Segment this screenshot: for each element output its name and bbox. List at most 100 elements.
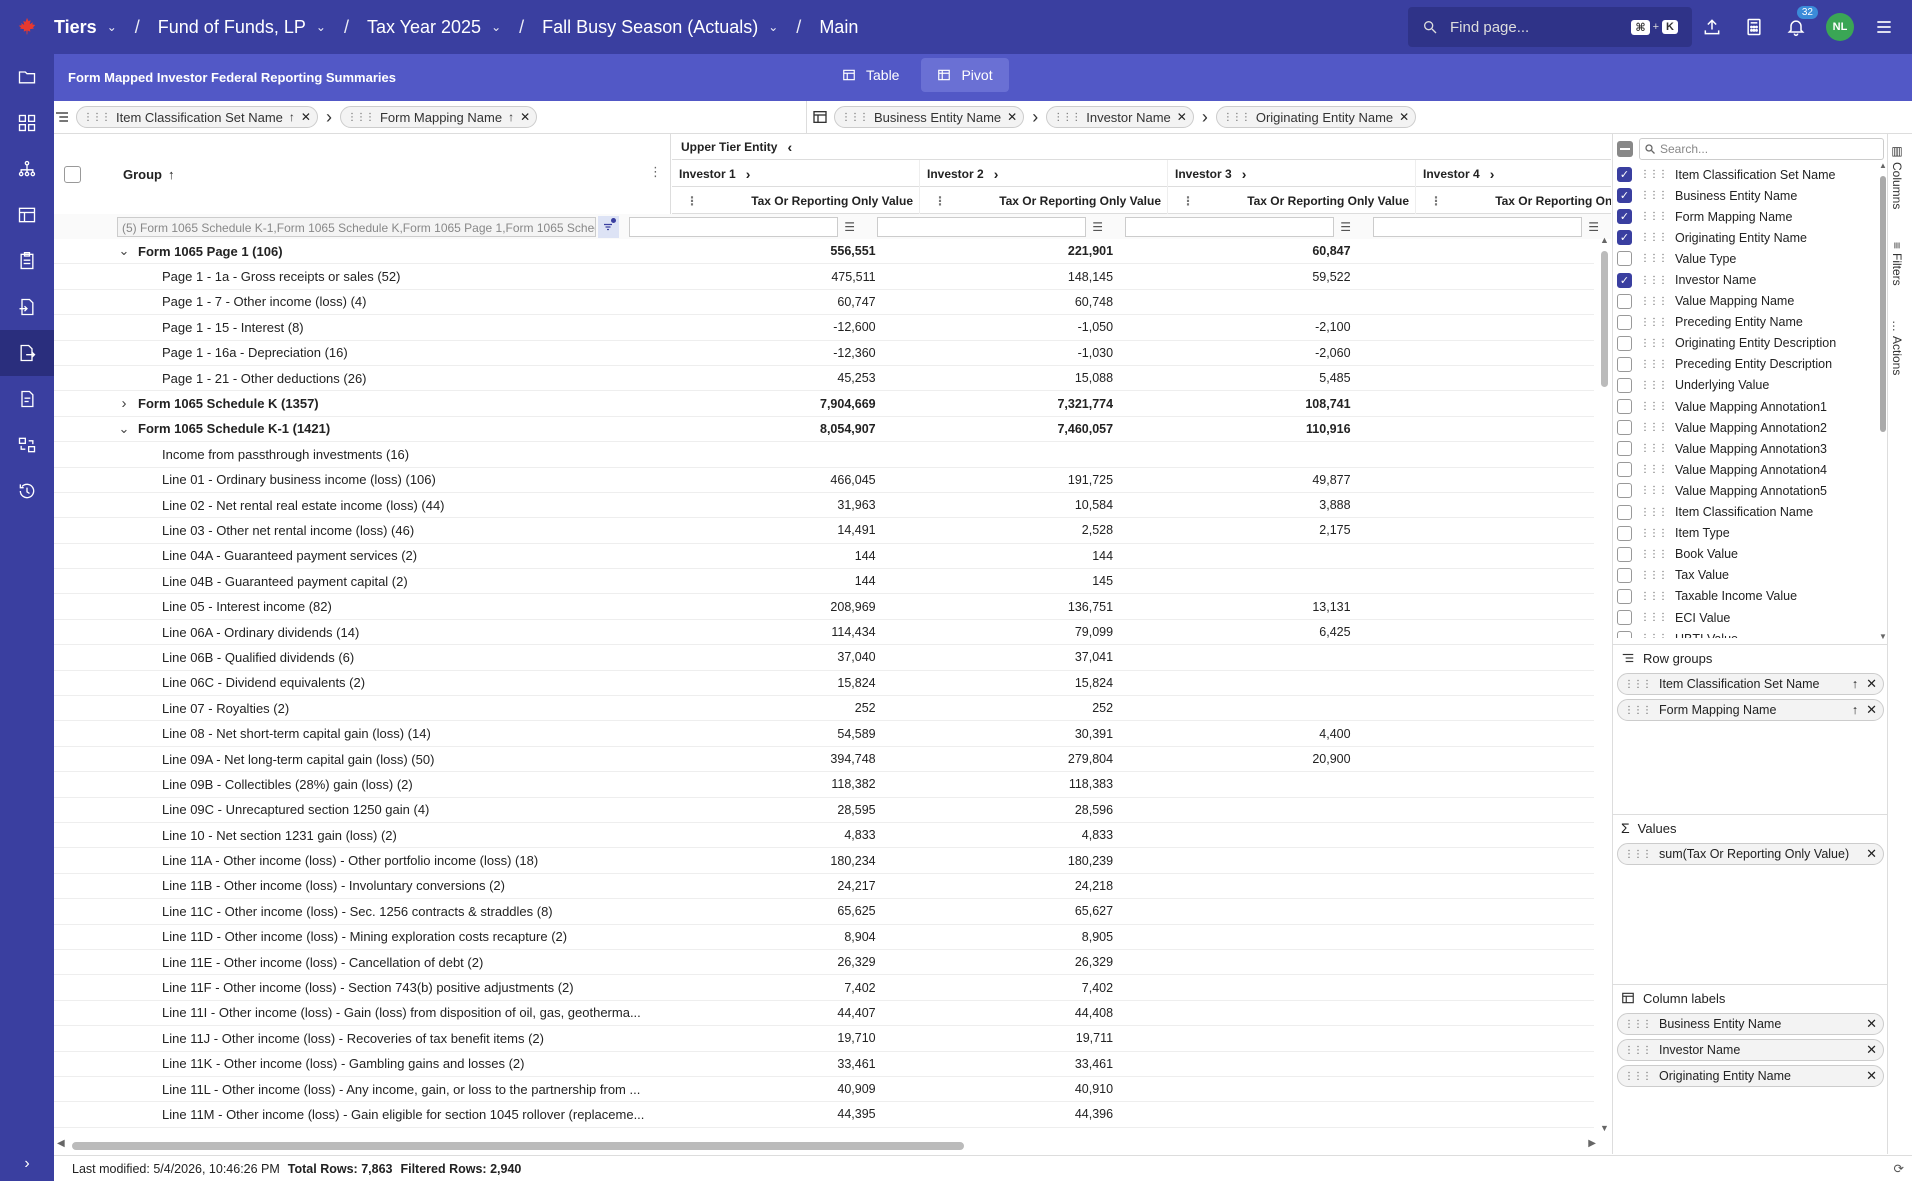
column-visibility-checkbox[interactable] bbox=[1617, 399, 1632, 415]
value-cell[interactable]: 475,511 bbox=[644, 270, 881, 284]
value-cell[interactable]: 2,528 bbox=[882, 523, 1119, 537]
column-list-item[interactable]: ⋮⋮⋮ ECI Value bbox=[1617, 607, 1879, 628]
table-row[interactable]: Line 09B - Collectibles (28%) gain (loss… bbox=[54, 772, 1594, 798]
value-filter-input[interactable] bbox=[1373, 216, 1583, 237]
table-row[interactable]: Income from passthrough investments (16) bbox=[54, 442, 1594, 468]
value-cell[interactable]: 466,045 bbox=[644, 473, 881, 487]
table-row[interactable]: Line 11L - Other income (loss) - Any inc… bbox=[54, 1077, 1594, 1103]
column-visibility-checkbox[interactable] bbox=[1617, 314, 1632, 330]
column-visibility-checkbox[interactable] bbox=[1617, 525, 1632, 541]
table-row[interactable]: Line 11I - Other income (loss) - Gain (l… bbox=[54, 1001, 1594, 1027]
select-all-checkbox[interactable] bbox=[64, 165, 81, 183]
value-cell[interactable]: 394,748 bbox=[644, 752, 881, 766]
drag-handle-icon[interactable]: ⋮⋮⋮ bbox=[1640, 464, 1668, 475]
drag-handle-icon[interactable]: ⋮⋮⋮ bbox=[1223, 112, 1251, 123]
column-visibility-checkbox[interactable] bbox=[1617, 610, 1632, 626]
drag-handle-icon[interactable]: ⋮⋮⋮ bbox=[1640, 507, 1668, 518]
drag-handle-icon[interactable]: ⋮⋮⋮ bbox=[1640, 422, 1668, 433]
drag-handle-icon[interactable]: ⋮⋮⋮ bbox=[1640, 633, 1668, 638]
value-cell[interactable]: 7,402 bbox=[882, 981, 1119, 995]
value-cell[interactable]: -12,600 bbox=[644, 320, 881, 334]
column-list-item[interactable]: ✓ ⋮⋮⋮ Investor Name bbox=[1617, 269, 1879, 290]
table-row[interactable]: Page 1 - 1a - Gross receipts or sales (5… bbox=[54, 264, 1594, 290]
table-row[interactable]: Page 1 - 21 - Other deductions (26) 45,25… bbox=[54, 366, 1594, 392]
column-list-item[interactable]: ⋮⋮⋮ Tax Value bbox=[1617, 565, 1879, 586]
value-cell[interactable]: 37,041 bbox=[882, 650, 1119, 664]
remove-chip-icon[interactable]: ✕ bbox=[1866, 1016, 1877, 1032]
table-row[interactable]: Line 09A - Net long-term capital gain (l… bbox=[54, 747, 1594, 773]
value-cell[interactable]: 4,400 bbox=[1119, 727, 1356, 741]
expand-chevron-icon[interactable]: › bbox=[746, 166, 751, 182]
column-list-item[interactable]: ⋮⋮⋮ Value Mapping Annotation1 bbox=[1617, 396, 1879, 417]
value-cell[interactable]: 114,434 bbox=[644, 625, 881, 639]
drag-handle-icon[interactable]: ⋮⋮⋮ bbox=[1624, 705, 1652, 716]
tab-filters[interactable]: ≡ Filters bbox=[1890, 242, 1904, 286]
value-cell[interactable]: 8,904 bbox=[644, 930, 881, 944]
value-cell[interactable]: 148,145 bbox=[882, 270, 1119, 284]
drag-handle-icon[interactable]: ⋮⋮⋮ bbox=[83, 112, 111, 123]
drag-handle-icon[interactable]: ⋮⋮⋮ bbox=[1640, 570, 1668, 581]
value-cell[interactable]: 19,711 bbox=[882, 1031, 1119, 1045]
remove-chip-icon[interactable]: ✕ bbox=[1866, 676, 1877, 692]
column-menu-icon[interactable]: ⋮ bbox=[649, 164, 662, 180]
transfer-icon[interactable] bbox=[0, 422, 54, 468]
remove-chip-icon[interactable]: ✕ bbox=[1866, 1042, 1877, 1058]
maple-leaf-icon[interactable] bbox=[0, 0, 54, 54]
value-cell[interactable]: 7,402 bbox=[644, 981, 881, 995]
column-menu-icon[interactable]: ⋮ bbox=[1430, 194, 1442, 208]
value-cell[interactable]: 40,909 bbox=[644, 1082, 881, 1096]
row-group-chip[interactable]: ⋮⋮⋮ Item Classification Set Name ↑ ✕ bbox=[76, 106, 318, 128]
sort-ascending-icon[interactable]: ↑ bbox=[289, 110, 295, 124]
table-row[interactable]: Line 08 - Net short-term capital gain (l… bbox=[54, 721, 1594, 747]
value-cell[interactable]: 144 bbox=[644, 549, 881, 563]
column-list-item[interactable]: ✓ ⋮⋮⋮ Originating Entity Name bbox=[1617, 227, 1879, 248]
history-icon[interactable] bbox=[0, 468, 54, 514]
column-visibility-checkbox[interactable] bbox=[1617, 356, 1632, 372]
value-cell[interactable]: 44,395 bbox=[644, 1107, 881, 1121]
drag-handle-icon[interactable]: ⋮⋮⋮ bbox=[1640, 612, 1668, 623]
value-cell[interactable]: 65,625 bbox=[644, 904, 881, 918]
investor-column-header[interactable]: Investor 4 › bbox=[1416, 160, 1611, 187]
value-column-header[interactable]: ⋮ Tax Or Reporting Only Value bbox=[1168, 187, 1416, 214]
investor-column-header[interactable]: Investor 2 › bbox=[920, 160, 1168, 187]
document-import-icon[interactable] bbox=[0, 284, 54, 330]
investor-column-header[interactable]: Investor 3 › bbox=[1168, 160, 1416, 187]
drag-handle-icon[interactable]: ⋮⋮⋮ bbox=[347, 112, 375, 123]
dashboard-grid-icon[interactable] bbox=[0, 100, 54, 146]
breadcrumb-item[interactable]: Main bbox=[819, 17, 858, 38]
remove-chip-icon[interactable]: ✕ bbox=[301, 110, 311, 124]
table-row[interactable]: Page 1 - 7 - Other income (loss) (4) 60,7… bbox=[54, 290, 1594, 316]
value-cell[interactable]: 28,596 bbox=[882, 803, 1119, 817]
column-menu-icon[interactable]: ⋮ bbox=[934, 194, 946, 208]
table-row[interactable]: Page 1 - 15 - Interest (8) -12,600 -1,050-… bbox=[54, 315, 1594, 341]
remove-chip-icon[interactable]: ✕ bbox=[520, 110, 530, 124]
value-cell[interactable]: 60,747 bbox=[644, 295, 881, 309]
column-list-item[interactable]: ⋮⋮⋮ Originating Entity Description bbox=[1617, 333, 1879, 354]
toggle-all-columns-checkbox[interactable] bbox=[1617, 141, 1633, 157]
table-row[interactable]: Line 07 - Royalties (2) 252 252 bbox=[54, 696, 1594, 722]
value-cell[interactable]: -1,050 bbox=[882, 320, 1119, 334]
remove-chip-icon[interactable]: ✕ bbox=[1007, 110, 1017, 124]
value-cell[interactable]: 15,088 bbox=[882, 371, 1119, 385]
drag-handle-icon[interactable]: ⋮⋮⋮ bbox=[1624, 1045, 1652, 1056]
table-icon[interactable] bbox=[0, 192, 54, 238]
value-cell[interactable]: 8,054,907 bbox=[644, 422, 881, 436]
value-cell[interactable]: 44,408 bbox=[882, 1006, 1119, 1020]
column-visibility-checkbox[interactable]: ✓ bbox=[1617, 230, 1632, 246]
value-cell[interactable]: 37,040 bbox=[644, 650, 881, 664]
row-group-chip[interactable]: ⋮⋮⋮ Item Classification Set Name ↑ ✕ bbox=[1617, 673, 1884, 695]
chevron-down-icon[interactable]: ⌄ bbox=[768, 20, 778, 34]
value-cell[interactable]: 24,217 bbox=[644, 879, 881, 893]
column-visibility-checkbox[interactable] bbox=[1617, 567, 1632, 583]
breadcrumb-item[interactable]: Fall Busy Season (Actuals) ⌄ bbox=[542, 17, 778, 38]
value-cell[interactable]: 24,218 bbox=[882, 879, 1119, 893]
column-visibility-checkbox[interactable] bbox=[1617, 588, 1632, 604]
investor-column-header[interactable]: Investor 1 › bbox=[672, 160, 920, 187]
grid-horizontal-scrollbar[interactable]: ◀ ▶ bbox=[54, 1138, 1599, 1152]
value-chip[interactable]: ⋮⋮⋮ sum(Tax Or Reporting Only Value) ✕ bbox=[1617, 843, 1884, 865]
value-cell[interactable]: 60,748 bbox=[882, 295, 1119, 309]
value-cell[interactable]: 33,461 bbox=[882, 1057, 1119, 1071]
hierarchy-tree-icon[interactable] bbox=[0, 146, 54, 192]
group-row[interactable]: ⌄ Form 1065 Schedule K-1 (1421) 8,054,907 7… bbox=[54, 417, 1594, 443]
value-cell[interactable]: 30,391 bbox=[882, 727, 1119, 741]
